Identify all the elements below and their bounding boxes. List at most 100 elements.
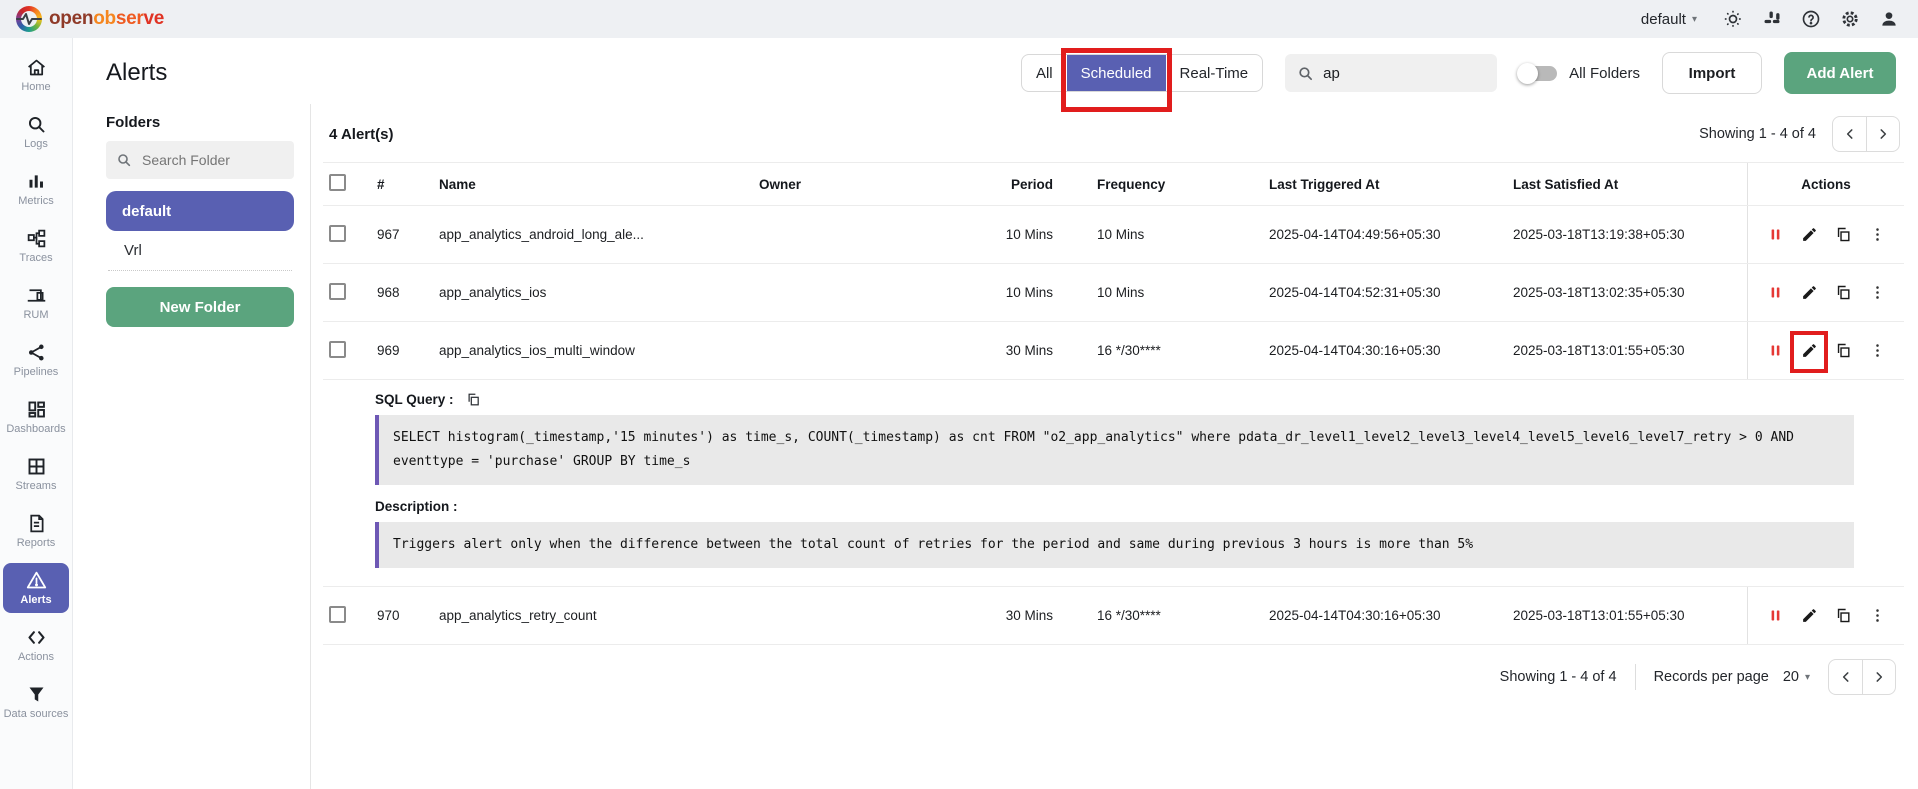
- sidebar-item-traces[interactable]: Traces: [3, 221, 69, 271]
- new-folder-button[interactable]: New Folder: [106, 287, 294, 327]
- sql-query-label: SQL Query :: [375, 392, 454, 407]
- all-folders-label: All Folders: [1569, 64, 1640, 82]
- chevron-left-icon: [1842, 672, 1849, 682]
- sidebar-item-dashboards[interactable]: Dashboards: [3, 392, 69, 442]
- sidebar-item-rum[interactable]: RUM: [3, 278, 69, 328]
- alert-search[interactable]: [1285, 54, 1498, 92]
- folder-search-input[interactable]: [142, 152, 284, 168]
- sidebar-item-streams[interactable]: Streams: [3, 449, 69, 499]
- edit-alert-button[interactable]: [1799, 606, 1819, 626]
- more-actions-button[interactable]: [1867, 283, 1887, 303]
- tab-real-time[interactable]: Real-Time: [1166, 55, 1263, 91]
- help-icon[interactable]: [1800, 8, 1822, 30]
- alerts-list: 4 Alert(s) Showing 1 - 4 of 4 # Name Own…: [311, 104, 1918, 789]
- kebab-menu-icon: [1875, 609, 1879, 622]
- org-selected-value: default: [1640, 10, 1686, 28]
- folder-search[interactable]: [106, 141, 294, 179]
- org-selector[interactable]: default ▾: [1641, 11, 1697, 28]
- table-grid-icon: [28, 458, 44, 475]
- more-actions-button[interactable]: [1867, 225, 1887, 245]
- pause-icon: [1771, 610, 1779, 621]
- row-checkbox[interactable]: [329, 224, 346, 242]
- pause-alert-button[interactable]: [1765, 225, 1785, 245]
- folders-heading: Folders: [106, 114, 161, 131]
- tab-scheduled[interactable]: Scheduled: [1066, 55, 1166, 91]
- col-frequency: Frequency: [1097, 176, 1166, 192]
- alert-name: app_analytics_ios: [439, 285, 547, 300]
- prev-page-button[interactable]: [1829, 660, 1862, 694]
- alert-number: 968: [377, 285, 400, 300]
- col-owner: Owner: [759, 176, 802, 192]
- clone-icon: [1837, 343, 1850, 358]
- logo-ring-icon: [16, 6, 42, 32]
- account-icon[interactable]: [1878, 8, 1900, 30]
- code-brackets-icon: [27, 630, 45, 644]
- chevron-down-icon: ▾: [1804, 671, 1810, 683]
- all-folders-toggle[interactable]: [1517, 62, 1558, 84]
- kebab-menu-icon: [1875, 344, 1879, 357]
- sidebar-item-actions[interactable]: Actions: [3, 620, 69, 670]
- alert-number: 967: [377, 227, 400, 242]
- sidebar-item-logs[interactable]: Logs: [3, 107, 69, 157]
- sidebar-item-alerts[interactable]: Alerts: [3, 563, 69, 613]
- table-row-968: 968 app_analytics_ios 10 Mins 10 Mins 20…: [323, 264, 1904, 322]
- toggle-knob: [1517, 62, 1539, 84]
- tree-nodes-icon: [27, 229, 45, 247]
- theme-light-icon[interactable]: [1722, 8, 1744, 30]
- warning-triangle-icon: [26, 571, 46, 589]
- openobserve-logo: openobserve: [16, 6, 164, 32]
- search-icon: [1299, 66, 1313, 80]
- edit-pencil-icon: [1802, 228, 1816, 241]
- clone-alert-button[interactable]: [1833, 225, 1853, 245]
- pause-alert-button[interactable]: [1765, 283, 1785, 303]
- folder-item-vrl[interactable]: Vrl: [108, 231, 292, 271]
- pause-alert-button[interactable]: [1765, 341, 1785, 361]
- folder-item-default[interactable]: default: [106, 191, 294, 231]
- bar-chart-icon: [29, 175, 43, 188]
- alert-search-input[interactable]: [1323, 64, 1486, 82]
- pager-bottom: [1828, 659, 1896, 696]
- next-page-button[interactable]: [1866, 117, 1899, 151]
- table-row-969: 969 app_analytics_ios_multi_window 30 Mi…: [323, 322, 1904, 380]
- tab-all[interactable]: All: [1022, 55, 1067, 91]
- edit-pencil-icon: [1802, 609, 1816, 623]
- pause-alert-button[interactable]: [1765, 606, 1785, 626]
- edit-alert-button[interactable]: [1799, 341, 1819, 361]
- prev-page-button[interactable]: [1833, 117, 1866, 151]
- share-nodes-icon: [28, 344, 44, 361]
- records-per-page-label: Records per page: [1653, 669, 1769, 686]
- kebab-menu-icon: [1875, 228, 1879, 241]
- clone-alert-button[interactable]: [1833, 606, 1853, 626]
- select-all-checkbox[interactable]: [329, 174, 346, 191]
- clone-alert-button[interactable]: [1833, 341, 1853, 361]
- edit-alert-button[interactable]: [1799, 225, 1819, 245]
- sidebar-item-data-sources[interactable]: Data sources: [3, 677, 69, 727]
- kebab-menu-icon: [1875, 286, 1879, 299]
- row-checkbox[interactable]: [329, 340, 346, 358]
- import-button[interactable]: Import: [1662, 52, 1762, 94]
- sidebar-item-metrics[interactable]: Metrics: [3, 164, 69, 214]
- more-actions-button[interactable]: [1867, 606, 1887, 626]
- more-actions-button[interactable]: [1867, 341, 1887, 361]
- edit-alert-button[interactable]: [1799, 283, 1819, 303]
- pause-icon: [1771, 345, 1779, 356]
- pause-icon: [1771, 287, 1779, 298]
- alert-detail-panel: SQL Query : SELECT histogram(_timestamp,…: [323, 380, 1904, 588]
- slack-icon[interactable]: [1761, 8, 1783, 30]
- next-page-button[interactable]: [1862, 660, 1895, 695]
- alert-type-tabs: All Scheduled Real-Time: [1020, 48, 1264, 112]
- copy-icon[interactable]: [466, 392, 481, 407]
- row-checkbox[interactable]: [329, 282, 346, 300]
- sidebar-item-pipelines[interactable]: Pipelines: [3, 335, 69, 385]
- top-bar: openobserve default ▾: [0, 0, 1918, 38]
- records-per-page-select[interactable]: 20 ▾: [1783, 669, 1810, 685]
- sidebar-item-home[interactable]: Home: [3, 50, 69, 100]
- add-alert-button[interactable]: Add Alert: [1784, 52, 1896, 94]
- pause-icon: [1771, 229, 1779, 240]
- settings-icon[interactable]: [1839, 8, 1861, 30]
- clone-alert-button[interactable]: [1833, 283, 1853, 303]
- sidebar-item-reports[interactable]: Reports: [3, 506, 69, 556]
- row-checkbox[interactable]: [329, 605, 346, 623]
- document-icon: [29, 514, 43, 532]
- alert-name: app_analytics_ios_multi_window: [439, 343, 635, 358]
